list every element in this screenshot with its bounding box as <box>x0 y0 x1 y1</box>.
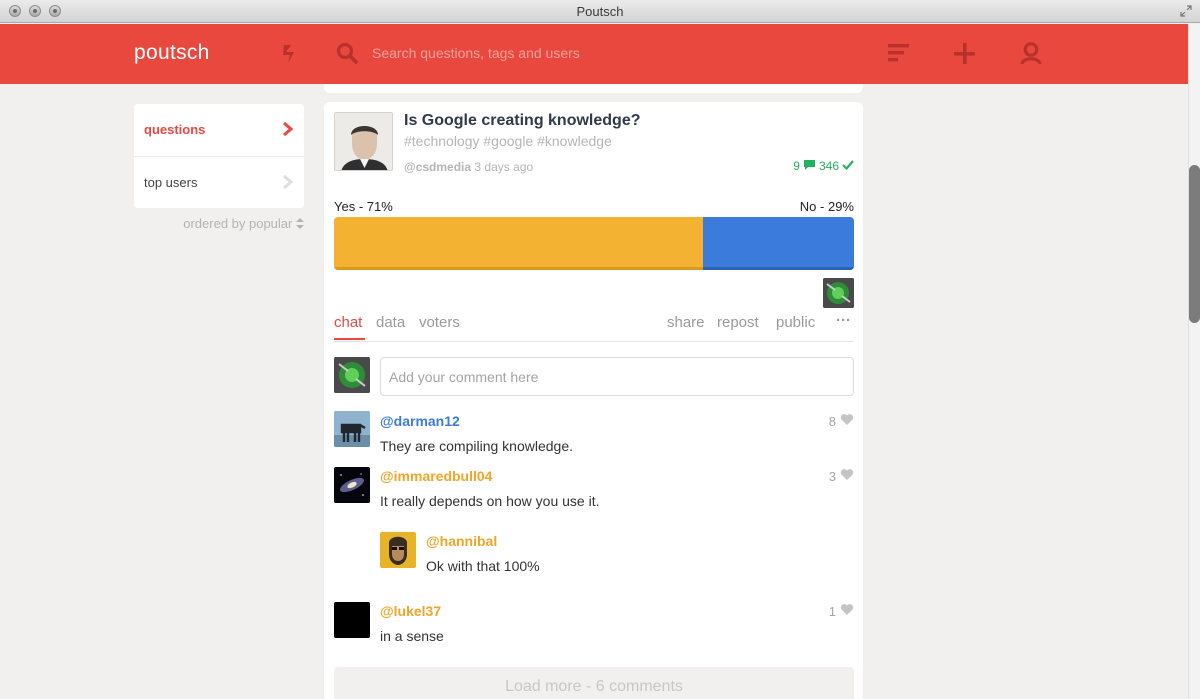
active-tab-indicator <box>334 338 365 340</box>
comment-likes[interactable]: 1 <box>829 603 854 619</box>
comment-likes[interactable]: 3 <box>829 468 854 484</box>
likes-count: 1 <box>828 603 836 619</box>
reply-handle[interactable]: @hannibal <box>426 533 497 549</box>
poll-no-label: No - 29% <box>799 199 854 214</box>
poll-no-segment[interactable] <box>703 217 854 270</box>
likes-count: 3 <box>828 468 836 484</box>
app-header: poutsch <box>0 24 1188 84</box>
sort-order-selector[interactable]: ordered by popular <box>134 216 304 231</box>
commenter-handle[interactable]: @lukel37 <box>380 603 441 619</box>
question-meta: @csdmedia 3 days ago <box>404 160 533 174</box>
heart-icon <box>840 468 854 484</box>
search-input[interactable] <box>372 42 812 64</box>
scrollbar-track[interactable] <box>1188 24 1200 699</box>
comment-text: They are compiling knowledge. <box>380 438 573 454</box>
sort-order-label: ordered by popular <box>183 216 293 231</box>
commenter-avatar[interactable] <box>334 602 370 638</box>
checkmark-icon <box>842 159 854 173</box>
repost-button[interactable]: repost <box>717 314 759 331</box>
speech-bubble-icon <box>803 159 816 173</box>
load-more-comments-button[interactable]: Load more - 6 comments <box>334 667 854 699</box>
window-title: Poutsch <box>576 4 624 19</box>
sort-updown-icon <box>296 216 304 231</box>
poll-yes-label: Yes - 71% <box>334 199 393 214</box>
current-user-avatar[interactable] <box>334 357 370 393</box>
commenter-avatar[interactable] <box>334 467 370 503</box>
likes-count: 8 <box>828 413 836 429</box>
app-logo[interactable]: poutsch <box>134 41 210 65</box>
search-icon[interactable] <box>335 41 361 67</box>
voter-avatar[interactable] <box>823 278 854 308</box>
comment-text: It really depends on how you use it. <box>380 493 600 509</box>
scrollbar-thumb[interactable] <box>1189 165 1200 323</box>
heart-icon <box>840 603 854 619</box>
fullscreen-icon[interactable] <box>1180 5 1192 17</box>
comment-likes[interactable]: 8 <box>829 413 854 429</box>
commenter-handle[interactable]: @darman12 <box>380 413 460 429</box>
votes-count: 346 <box>818 159 839 173</box>
share-button[interactable]: share <box>667 314 705 331</box>
reply-text: Ok with that 100% <box>426 558 540 574</box>
comment-text: in a sense <box>380 628 444 644</box>
question-tabs: chat data voters share repost public ··· <box>334 312 854 342</box>
menu-icon[interactable] <box>886 41 912 67</box>
tab-data[interactable]: data <box>376 314 405 331</box>
question-stats: 9 346 <box>793 159 854 173</box>
user-icon[interactable] <box>1018 41 1044 67</box>
chevron-right-icon <box>282 174 294 190</box>
reply-avatar[interactable] <box>380 532 416 568</box>
sidebar-nav: questions top users <box>134 104 304 208</box>
sidebar-item-label: top users <box>144 175 198 190</box>
tab-voters[interactable]: voters <box>419 314 460 331</box>
sidebar-item-label: questions <box>144 122 206 137</box>
comment-input[interactable] <box>380 357 854 396</box>
sidebar-item-top-users[interactable]: top users <box>134 157 304 209</box>
poll-yes-segment[interactable] <box>334 217 704 270</box>
post-time: 3 days ago <box>474 160 534 174</box>
tab-chat[interactable]: chat <box>334 314 362 331</box>
commenter-handle[interactable]: @immaredbull04 <box>380 468 492 484</box>
question-title[interactable]: Is Google creating knowledge? <box>404 112 640 130</box>
poll-result-bar[interactable] <box>334 217 854 270</box>
more-options-button[interactable]: ··· <box>836 312 851 329</box>
chevron-right-icon <box>282 121 294 137</box>
heart-icon <box>840 413 854 429</box>
author-avatar[interactable] <box>334 112 393 171</box>
bolt-icon[interactable] <box>276 41 302 67</box>
previous-card-bottom <box>324 84 863 93</box>
window-titlebar: Poutsch <box>0 0 1200 23</box>
comments-count: 9 <box>793 159 800 173</box>
visibility-public-button[interactable]: public <box>776 314 815 331</box>
sidebar-item-questions[interactable]: questions <box>134 104 304 156</box>
question-tags[interactable]: #technology #google #knowledge <box>404 133 612 149</box>
plus-icon[interactable] <box>952 41 978 67</box>
author-handle[interactable]: @csdmedia <box>404 160 471 174</box>
commenter-avatar[interactable] <box>334 411 370 447</box>
